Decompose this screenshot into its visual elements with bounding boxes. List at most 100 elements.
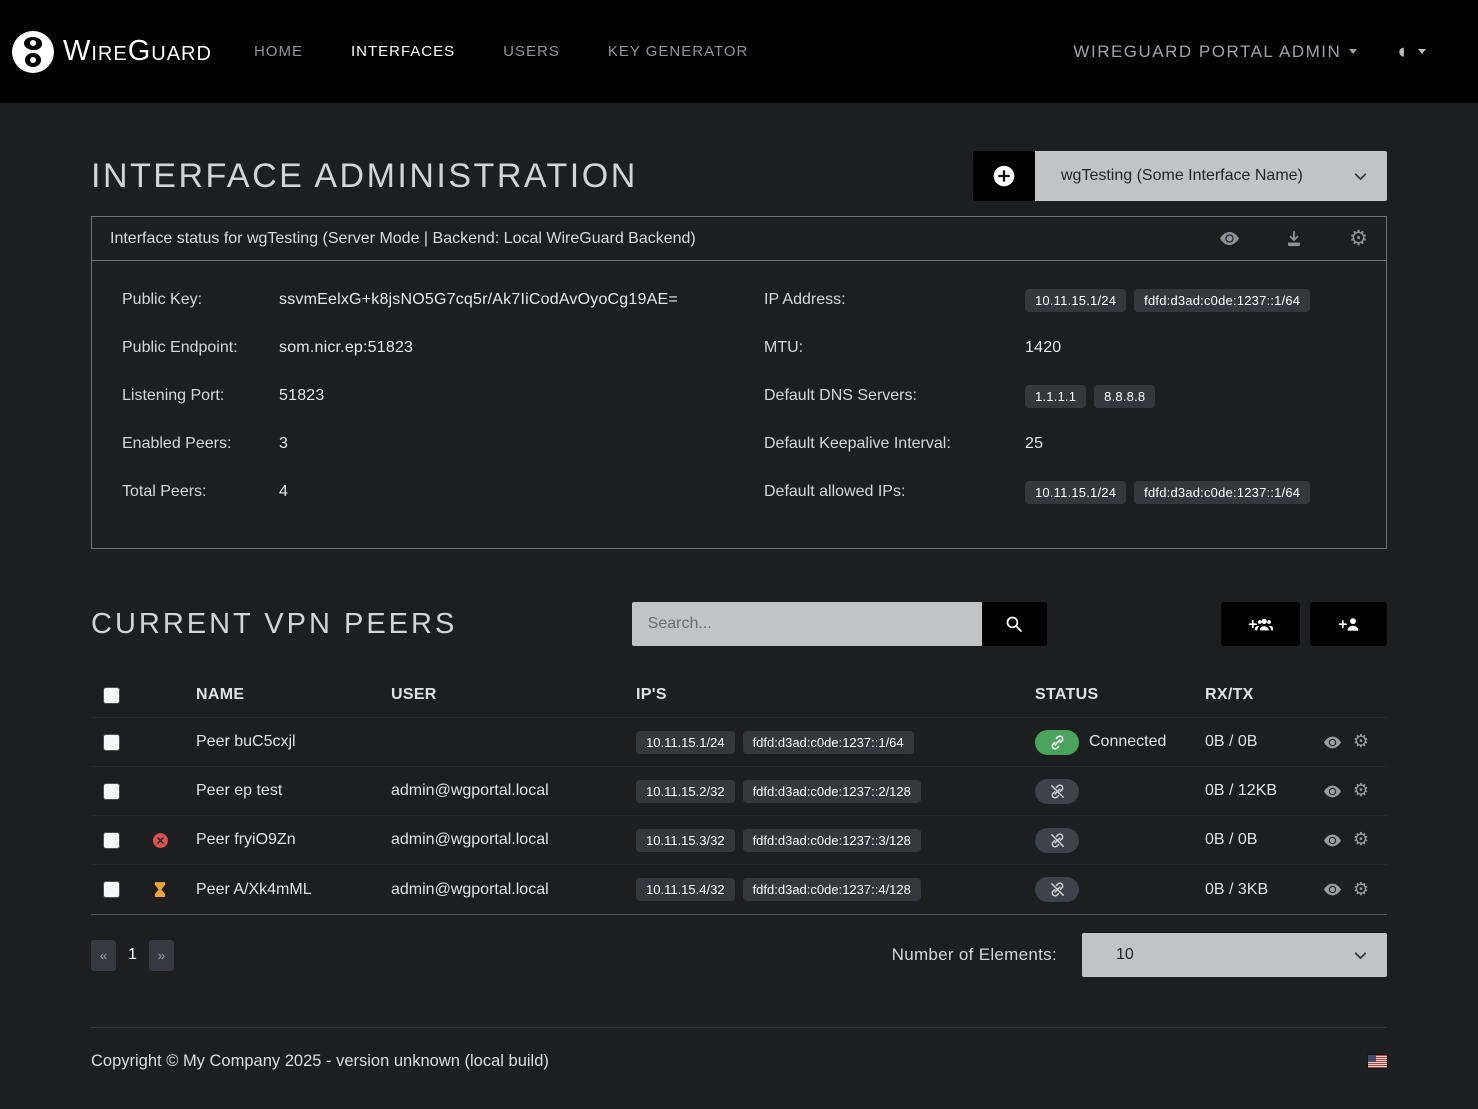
nav-links: HOME INTERFACES USERS KEY GENERATOR xyxy=(254,43,748,60)
peer-rxtx: 0B / 12KB xyxy=(1193,782,1319,800)
add-multiple-peers-button[interactable] xyxy=(1221,602,1300,646)
ip-badge: fdfd:d3ad:c0de:1237::1/64 xyxy=(1134,481,1310,504)
status-row-value: 10.11.15.1/24 fdfd:d3ad:c0de:1237::1/64 xyxy=(1025,481,1310,504)
search-button[interactable] xyxy=(982,602,1047,646)
peer-expired-icon xyxy=(152,832,169,849)
table-footer: « 1 » Number of Elements: 10 xyxy=(91,933,1387,977)
peer-edit-button[interactable]: ⚙ xyxy=(1353,733,1369,751)
eye-icon xyxy=(1324,832,1341,849)
peer-view-button[interactable] xyxy=(1324,832,1341,849)
status-connected-icon xyxy=(1035,730,1079,755)
copyright-text: Copyright © My Company 2025 - version un… xyxy=(91,1052,549,1071)
row-checkbox[interactable] xyxy=(103,734,120,751)
add-peer-button[interactable] xyxy=(1310,602,1387,646)
status-row-label: Default Keepalive Interval: xyxy=(764,435,1025,453)
status-row: Default DNS Servers:1.1.1.18.8.8.8 xyxy=(764,372,1356,420)
brand[interactable]: WireGuard xyxy=(12,31,212,73)
status-row-value: som.nicr.ep:51823 xyxy=(279,339,413,357)
nav-link-users[interactable]: USERS xyxy=(503,43,560,60)
status-row: Total Peers:4 xyxy=(122,468,764,516)
peer-edit-button[interactable]: ⚙ xyxy=(1353,831,1369,849)
add-person-icon xyxy=(1338,616,1360,633)
peer-ips: 10.11.15.4/32fdfd:d3ad:c0de:1237::4/128 xyxy=(624,878,1023,901)
peer-view-button[interactable] xyxy=(1324,734,1341,751)
pagination-next-button[interactable]: » xyxy=(149,940,174,971)
plus-circle-icon xyxy=(993,165,1015,187)
show-config-button[interactable] xyxy=(1220,229,1239,248)
peer-add-buttons xyxy=(1221,602,1387,646)
peer-user: admin@wgportal.local xyxy=(379,782,624,800)
add-people-icon xyxy=(1248,616,1273,633)
row-checkbox[interactable] xyxy=(103,881,120,898)
peer-status xyxy=(1023,877,1193,902)
status-row: Listening Port:51823 xyxy=(122,372,764,420)
peer-name: Peer ep test xyxy=(184,782,379,800)
peer-ips: 10.11.15.2/32fdfd:d3ad:c0de:1237::2/128 xyxy=(624,780,1023,803)
page-footer: Copyright © My Company 2025 - version un… xyxy=(91,1027,1387,1091)
status-row-value: 3 xyxy=(279,435,288,453)
navbar-right: WIREGUARD PORTAL ADMIN ◐ xyxy=(1073,40,1426,64)
eye-icon xyxy=(1324,734,1341,751)
row-state-cell xyxy=(136,881,184,898)
status-row-label: Enabled Peers: xyxy=(122,435,279,453)
status-row-label: Listening Port: xyxy=(122,387,279,405)
peer-status: Connected xyxy=(1023,730,1193,755)
interface-status-right-column: IP Address:10.11.15.1/24fdfd:d3ad:c0de:1… xyxy=(764,276,1356,516)
peers-table-header: NAME USER IP'S STATUS RX/TX xyxy=(91,673,1387,718)
ip-badge: 10.11.15.1/24 xyxy=(1025,481,1126,504)
peer-ips: 10.11.15.1/24fdfd:d3ad:c0de:1237::1/64 xyxy=(624,731,1023,754)
page-head: INTERFACE ADMINISTRATION wgTesting (Some… xyxy=(91,151,1387,201)
ip-badge: 1.1.1.1 xyxy=(1025,385,1086,408)
caret-down-icon xyxy=(1349,49,1357,54)
ip-badge: 10.11.15.2/32 xyxy=(636,780,735,803)
peer-view-button[interactable] xyxy=(1324,783,1341,800)
download-config-button[interactable] xyxy=(1285,230,1303,248)
gear-icon: ⚙ xyxy=(1353,831,1369,849)
table-row: Peer A/Xk4mMLadmin@wgportal.local10.11.1… xyxy=(91,865,1387,914)
eye-icon xyxy=(1324,881,1341,898)
add-interface-button[interactable] xyxy=(973,151,1035,201)
elements-per-page-select[interactable]: 10 xyxy=(1082,933,1387,977)
elements-control: Number of Elements: 10 xyxy=(892,933,1387,977)
us-flag-icon[interactable] xyxy=(1368,1055,1387,1068)
peer-pending-hourglass-icon xyxy=(153,881,167,898)
caret-down-icon xyxy=(1418,49,1426,54)
row-checkbox[interactable] xyxy=(103,783,120,800)
peer-view-button[interactable] xyxy=(1324,881,1341,898)
status-disconnected-icon xyxy=(1035,779,1079,804)
peer-edit-button[interactable]: ⚙ xyxy=(1353,881,1369,899)
edit-interface-button[interactable]: ⚙ xyxy=(1349,228,1368,249)
theme-toggle-dropdown[interactable]: ◐ xyxy=(1397,40,1426,64)
peer-name: Peer fryiO9Zn xyxy=(184,831,379,849)
navbar: WireGuard HOME INTERFACES USERS KEY GENERAT… xyxy=(0,0,1478,103)
ip-badge: fdfd:d3ad:c0de:1237::4/128 xyxy=(743,878,921,901)
nav-link-key-generator[interactable]: KEY GENERATOR xyxy=(608,43,749,60)
status-row-value: 4 xyxy=(279,483,288,501)
status-row: Public Key:ssvmEelxG+k8jsNO5G7cq5r/Ak7Ii… xyxy=(122,276,764,324)
search-group xyxy=(632,602,1047,646)
status-row-label: Public Key: xyxy=(122,291,279,309)
theme-icon: ◐ xyxy=(1397,40,1410,64)
status-row-value: 1.1.1.18.8.8.8 xyxy=(1025,385,1155,408)
column-header-ips: IP'S xyxy=(624,686,1023,704)
chevron-down-icon xyxy=(1352,168,1369,185)
download-icon xyxy=(1285,230,1303,248)
status-row-label: Default allowed IPs: xyxy=(764,483,1025,501)
column-header-rxtx: RX/TX xyxy=(1193,686,1319,704)
nav-link-interfaces[interactable]: INTERFACES xyxy=(351,43,455,60)
user-menu-dropdown[interactable]: WIREGUARD PORTAL ADMIN xyxy=(1073,42,1357,62)
peer-edit-button[interactable]: ⚙ xyxy=(1353,782,1369,800)
eye-icon xyxy=(1324,783,1341,800)
interface-select-group: wgTesting (Some Interface Name) xyxy=(973,151,1387,201)
status-row-label: Default DNS Servers: xyxy=(764,387,1025,405)
select-all-checkbox[interactable] xyxy=(103,687,120,704)
interface-status-title: Interface status for wgTesting (Server M… xyxy=(110,230,696,248)
row-checkbox[interactable] xyxy=(103,832,120,849)
peer-ips: 10.11.15.3/32fdfd:d3ad:c0de:1237::3/128 xyxy=(624,829,1023,852)
nav-link-home[interactable]: HOME xyxy=(254,43,303,60)
gear-icon: ⚙ xyxy=(1353,733,1369,751)
pagination-prev-button[interactable]: « xyxy=(91,940,116,971)
search-input[interactable] xyxy=(632,602,982,646)
interface-select[interactable]: wgTesting (Some Interface Name) xyxy=(1035,151,1387,201)
row-actions: ⚙ xyxy=(1319,782,1387,800)
